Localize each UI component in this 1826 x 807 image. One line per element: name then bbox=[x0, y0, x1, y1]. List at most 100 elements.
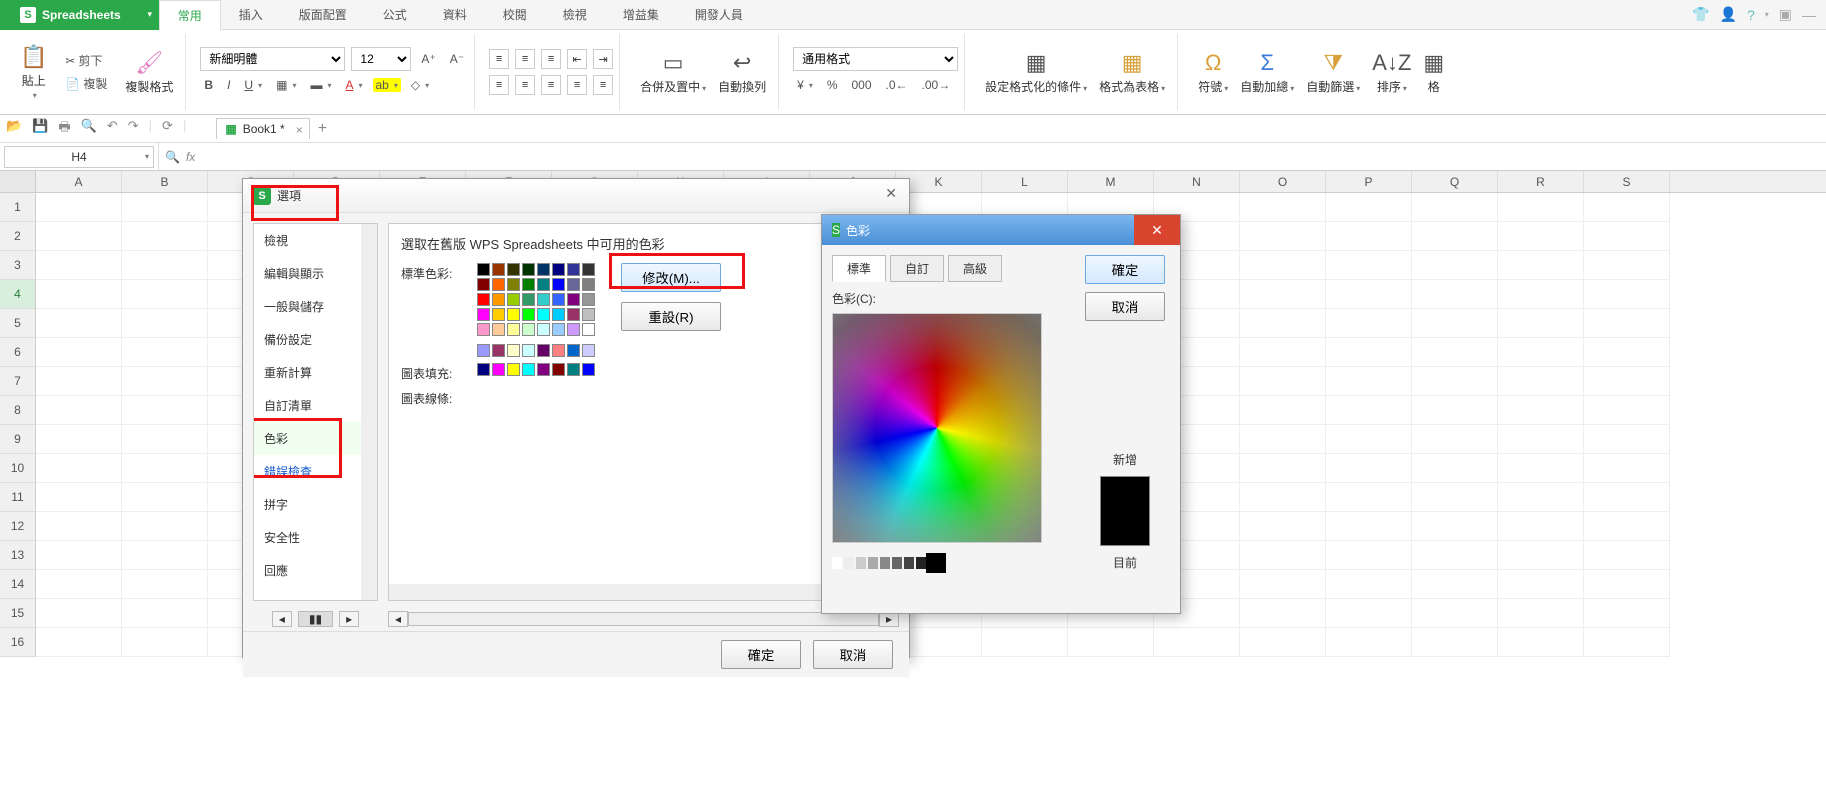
style-button[interactable]: ▦格 bbox=[1417, 48, 1450, 97]
sidebar-scrollbar[interactable] bbox=[361, 224, 377, 600]
col-header[interactable]: P bbox=[1326, 171, 1412, 192]
cell[interactable] bbox=[122, 512, 208, 541]
cell[interactable] bbox=[1584, 309, 1670, 338]
cell[interactable] bbox=[122, 599, 208, 628]
autosum-button[interactable]: Σ自動加總▾ bbox=[1234, 48, 1300, 97]
color-swatch[interactable] bbox=[552, 363, 565, 376]
cell[interactable] bbox=[1584, 628, 1670, 657]
undo-icon[interactable]: ↶ bbox=[107, 118, 118, 140]
cell[interactable] bbox=[1240, 193, 1326, 222]
tab-page-layout[interactable]: 版面配置 bbox=[281, 0, 365, 30]
name-box[interactable]: H4 ▾ bbox=[4, 146, 154, 168]
color-cancel-button[interactable]: 取消 bbox=[1085, 292, 1165, 321]
color-swatch[interactable] bbox=[552, 323, 565, 336]
reset-color-button[interactable]: 重設(R) bbox=[621, 302, 721, 331]
cell[interactable] bbox=[1412, 251, 1498, 280]
dec-decimal-button[interactable]: .00→ bbox=[918, 76, 955, 94]
tab-view[interactable]: 檢視 bbox=[545, 0, 605, 30]
borders-button[interactable]: ▦▾ bbox=[272, 76, 300, 94]
align-bottom-button[interactable]: ≡ bbox=[541, 49, 561, 69]
col-header[interactable]: A bbox=[36, 171, 122, 192]
main-scroll-left[interactable]: ◂ bbox=[388, 611, 408, 627]
color-swatch[interactable] bbox=[522, 363, 535, 376]
shrink-font-button[interactable]: A⁻ bbox=[446, 50, 468, 68]
highlight-button[interactable]: ab▾ bbox=[373, 78, 401, 92]
cell[interactable] bbox=[1498, 512, 1584, 541]
color-swatch[interactable] bbox=[537, 278, 550, 291]
cell[interactable] bbox=[1412, 570, 1498, 599]
align-justify-button[interactable]: ≡ bbox=[567, 75, 587, 95]
cell[interactable] bbox=[1412, 454, 1498, 483]
options-ok-button[interactable]: 確定 bbox=[721, 640, 801, 669]
clear-format-button[interactable]: ◇▾ bbox=[407, 76, 433, 94]
col-header[interactable]: O bbox=[1240, 171, 1326, 192]
row-header[interactable]: 15 bbox=[0, 599, 36, 628]
cell[interactable] bbox=[1584, 251, 1670, 280]
color-swatch[interactable] bbox=[522, 344, 535, 357]
cell[interactable] bbox=[1326, 483, 1412, 512]
col-header[interactable]: B bbox=[122, 171, 208, 192]
cell[interactable] bbox=[1498, 367, 1584, 396]
cell[interactable] bbox=[1240, 396, 1326, 425]
cell[interactable] bbox=[1412, 599, 1498, 628]
cell[interactable] bbox=[1326, 570, 1412, 599]
chevron-down-icon[interactable]: ▾ bbox=[145, 152, 149, 161]
cell[interactable] bbox=[1498, 396, 1584, 425]
comma-button[interactable]: 000 bbox=[848, 76, 876, 94]
cell[interactable] bbox=[1498, 570, 1584, 599]
options-sidebar-item[interactable]: 錯誤檢查 bbox=[254, 455, 377, 488]
cell[interactable] bbox=[36, 367, 122, 396]
color-swatch[interactable] bbox=[582, 344, 595, 357]
cell[interactable] bbox=[36, 599, 122, 628]
cell[interactable] bbox=[1498, 454, 1584, 483]
options-sidebar-item[interactable]: 拼字 bbox=[254, 488, 377, 521]
help-caret[interactable]: ▾ bbox=[1765, 10, 1769, 19]
color-title-bar[interactable]: S 色彩 ✕ bbox=[822, 215, 1180, 245]
row-header[interactable]: 11 bbox=[0, 483, 36, 512]
color-swatch[interactable] bbox=[582, 263, 595, 276]
cell[interactable] bbox=[1498, 309, 1584, 338]
align-top-button[interactable]: ≡ bbox=[489, 49, 509, 69]
options-sidebar-item[interactable]: 自訂清單 bbox=[254, 389, 377, 422]
print-icon[interactable]: 🖶 bbox=[58, 118, 70, 140]
color-swatch[interactable] bbox=[477, 278, 490, 291]
color-swatch[interactable] bbox=[582, 323, 595, 336]
row-header[interactable]: 13 bbox=[0, 541, 36, 570]
options-sidebar-item[interactable]: 一般與儲存 bbox=[254, 290, 377, 323]
cell[interactable] bbox=[1412, 280, 1498, 309]
cell[interactable] bbox=[122, 396, 208, 425]
close-doc-icon[interactable]: × bbox=[296, 123, 303, 137]
cell[interactable] bbox=[122, 193, 208, 222]
color-swatch[interactable] bbox=[537, 344, 550, 357]
cell[interactable] bbox=[1240, 628, 1326, 657]
cell[interactable] bbox=[122, 570, 208, 599]
cell[interactable] bbox=[122, 454, 208, 483]
cell[interactable] bbox=[36, 309, 122, 338]
options-sidebar-item[interactable]: 色彩 bbox=[254, 422, 377, 455]
cell[interactable] bbox=[1326, 599, 1412, 628]
save-icon[interactable]: 💾 bbox=[32, 118, 48, 140]
color-swatch[interactable] bbox=[537, 323, 550, 336]
options-sidebar-item[interactable]: 回應 bbox=[254, 554, 377, 587]
cell[interactable] bbox=[1584, 570, 1670, 599]
cell[interactable] bbox=[1412, 425, 1498, 454]
cell[interactable] bbox=[1326, 541, 1412, 570]
cell[interactable] bbox=[1584, 396, 1670, 425]
row-header[interactable]: 2 bbox=[0, 222, 36, 251]
fx-icon[interactable]: fx bbox=[186, 150, 195, 164]
cell[interactable] bbox=[1412, 309, 1498, 338]
cell[interactable] bbox=[1412, 483, 1498, 512]
align-right-button[interactable]: ≡ bbox=[541, 75, 561, 95]
tab-advanced[interactable]: 高級 bbox=[948, 255, 1002, 282]
tab-home[interactable]: 常用 bbox=[159, 0, 221, 30]
cell[interactable] bbox=[1326, 425, 1412, 454]
cell[interactable] bbox=[36, 454, 122, 483]
cell[interactable] bbox=[1326, 193, 1412, 222]
cell[interactable] bbox=[1326, 338, 1412, 367]
restore-icon[interactable]: ▣ bbox=[1779, 6, 1792, 23]
color-swatch[interactable] bbox=[507, 323, 520, 336]
sidebar-scroll-right[interactable]: ▸ bbox=[339, 611, 359, 627]
color-swatch[interactable] bbox=[507, 293, 520, 306]
fill-color-button[interactable]: ▬▾ bbox=[306, 76, 335, 94]
cell[interactable] bbox=[1584, 483, 1670, 512]
